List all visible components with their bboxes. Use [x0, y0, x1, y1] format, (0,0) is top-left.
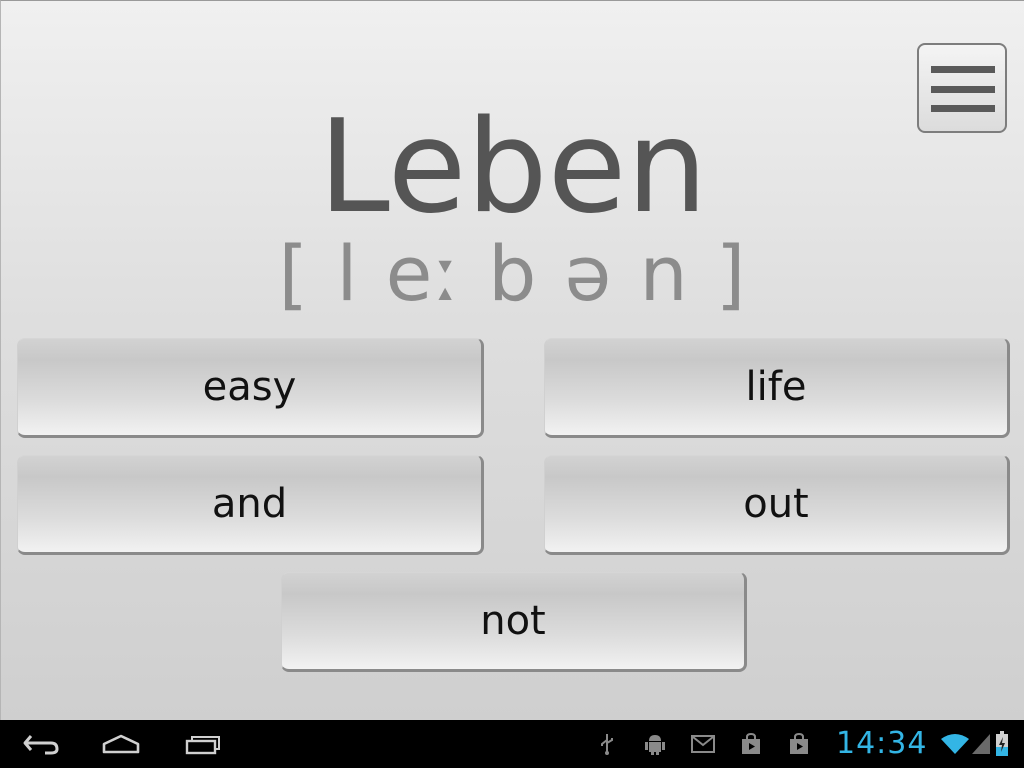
- back-icon: [23, 735, 59, 755]
- answer-button-out[interactable]: out: [544, 455, 1010, 555]
- system-navigation-bar: 14:34: [0, 720, 1024, 768]
- battery-charging-icon: [994, 720, 1010, 768]
- home-button[interactable]: [98, 720, 144, 768]
- recent-apps-button[interactable]: [180, 720, 226, 768]
- answer-label: out: [743, 481, 809, 527]
- home-icon: [102, 734, 140, 754]
- screen: Leben [ l eː b ə n ] easy life and out n…: [0, 0, 1024, 768]
- wifi-icon: [940, 720, 970, 768]
- answer-button-not[interactable]: not: [281, 572, 747, 672]
- cell-signal-icon: [970, 720, 992, 768]
- app-area: Leben [ l eː b ə n ] easy life and out n…: [0, 0, 1024, 720]
- back-button[interactable]: [18, 720, 64, 768]
- android-debug-icon: [642, 720, 668, 768]
- answer-label: and: [211, 481, 288, 527]
- answer-label: not: [480, 598, 546, 644]
- usb-icon: [596, 720, 618, 768]
- answer-button-and[interactable]: and: [17, 455, 484, 555]
- pronunciation: [ l eː b ə n ]: [278, 229, 748, 318]
- answer-button-life[interactable]: life: [544, 338, 1010, 438]
- answer-label: life: [745, 364, 807, 410]
- recent-apps-icon: [185, 736, 220, 755]
- play-store-icon: [786, 720, 812, 768]
- status-clock: 14:34: [836, 726, 928, 761]
- answer-label: easy: [202, 364, 297, 410]
- word-title: Leben: [318, 93, 708, 242]
- gmail-icon: [690, 720, 716, 768]
- answer-button-easy[interactable]: easy: [17, 338, 484, 438]
- play-store-icon: [738, 720, 764, 768]
